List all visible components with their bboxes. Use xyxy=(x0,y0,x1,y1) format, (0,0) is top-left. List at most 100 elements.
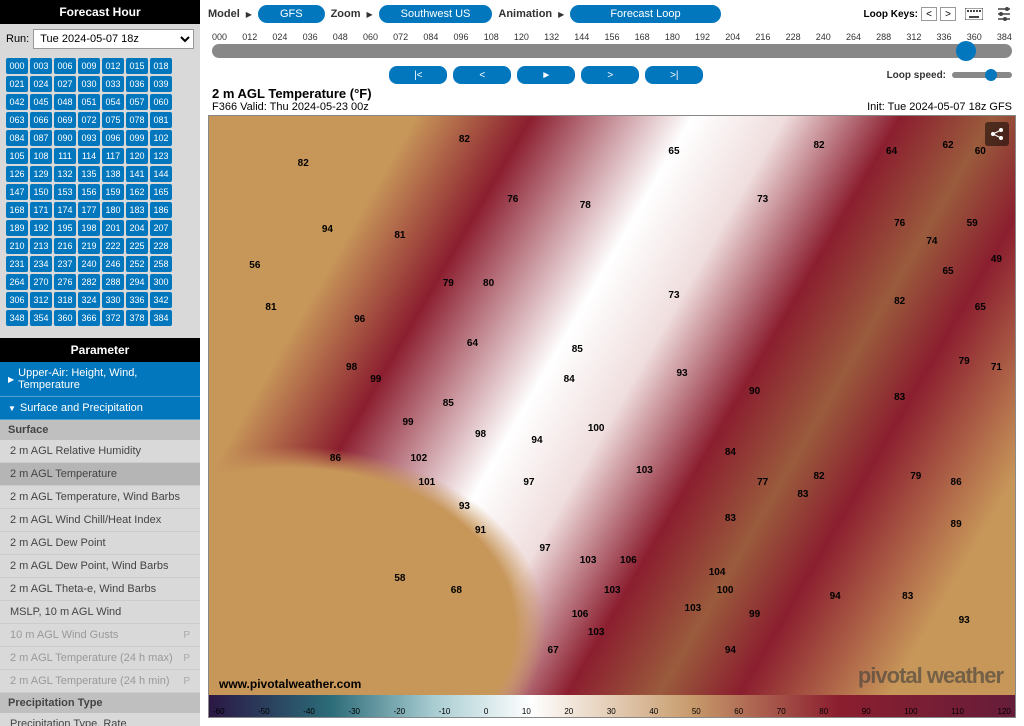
hour-108[interactable]: 108 xyxy=(30,148,52,164)
hour-066[interactable]: 066 xyxy=(30,112,52,128)
hour-033[interactable]: 033 xyxy=(102,76,124,92)
first-button[interactable]: |< xyxy=(389,66,447,84)
hour-036[interactable]: 036 xyxy=(126,76,148,92)
hour-246[interactable]: 246 xyxy=(102,256,124,272)
hour-024[interactable]: 024 xyxy=(30,76,52,92)
hour-378[interactable]: 378 xyxy=(126,310,148,326)
hour-129[interactable]: 129 xyxy=(30,166,52,182)
hour-168[interactable]: 168 xyxy=(6,202,28,218)
hour-222[interactable]: 222 xyxy=(102,238,124,254)
speed-slider[interactable] xyxy=(952,72,1012,78)
hour-384[interactable]: 384 xyxy=(150,310,172,326)
hour-270[interactable]: 270 xyxy=(30,274,52,290)
hour-210[interactable]: 210 xyxy=(6,238,28,254)
hour-114[interactable]: 114 xyxy=(78,148,100,164)
hour-150[interactable]: 150 xyxy=(30,184,52,200)
hour-135[interactable]: 135 xyxy=(78,166,100,182)
hour-159[interactable]: 159 xyxy=(102,184,124,200)
hour-228[interactable]: 228 xyxy=(150,238,172,254)
next-button[interactable]: > xyxy=(581,66,639,84)
animation-button[interactable]: Forecast Loop xyxy=(570,5,720,23)
run-select[interactable]: Tue 2024-05-07 18z xyxy=(33,29,194,49)
hour-069[interactable]: 069 xyxy=(54,112,76,128)
hour-294[interactable]: 294 xyxy=(126,274,148,290)
play-button[interactable]: ► xyxy=(517,66,575,84)
hour-342[interactable]: 342 xyxy=(150,292,172,308)
hour-138[interactable]: 138 xyxy=(102,166,124,182)
hour-198[interactable]: 198 xyxy=(78,220,100,236)
hour-102[interactable]: 102 xyxy=(150,130,172,146)
hour-171[interactable]: 171 xyxy=(30,202,52,218)
loop-key-prev[interactable]: < xyxy=(921,7,937,21)
hour-111[interactable]: 111 xyxy=(54,148,76,164)
hour-090[interactable]: 090 xyxy=(54,130,76,146)
accordion-upper-air[interactable]: ▶Upper-Air: Height, Wind, Temperature xyxy=(0,362,200,397)
hour-174[interactable]: 174 xyxy=(54,202,76,218)
hour-027[interactable]: 027 xyxy=(54,76,76,92)
hour-318[interactable]: 318 xyxy=(54,292,76,308)
hour-225[interactable]: 225 xyxy=(126,238,148,254)
param-item[interactable]: 2 m AGL Temperature xyxy=(0,463,200,486)
hour-009[interactable]: 009 xyxy=(78,58,100,74)
hour-354[interactable]: 354 xyxy=(30,310,52,326)
hour-081[interactable]: 081 xyxy=(150,112,172,128)
hour-054[interactable]: 054 xyxy=(102,94,124,110)
hour-057[interactable]: 057 xyxy=(126,94,148,110)
hour-360[interactable]: 360 xyxy=(54,310,76,326)
hour-012[interactable]: 012 xyxy=(102,58,124,74)
hour-183[interactable]: 183 xyxy=(126,202,148,218)
hour-141[interactable]: 141 xyxy=(126,166,148,182)
hour-126[interactable]: 126 xyxy=(6,166,28,182)
param-item[interactable]: 2 m AGL Theta-e, Wind Barbs xyxy=(0,578,200,601)
hour-219[interactable]: 219 xyxy=(78,238,100,254)
hour-201[interactable]: 201 xyxy=(102,220,124,236)
param-item[interactable]: 2 m AGL Relative Humidity xyxy=(0,440,200,463)
hour-312[interactable]: 312 xyxy=(30,292,52,308)
hour-048[interactable]: 048 xyxy=(54,94,76,110)
hour-162[interactable]: 162 xyxy=(126,184,148,200)
hour-147[interactable]: 147 xyxy=(6,184,28,200)
param-item[interactable]: 2 m AGL Dew Point xyxy=(0,532,200,555)
param-item[interactable]: 2 m AGL Wind Chill/Heat Index xyxy=(0,509,200,532)
timeline-slider[interactable] xyxy=(212,44,1012,58)
hour-165[interactable]: 165 xyxy=(150,184,172,200)
hour-105[interactable]: 105 xyxy=(6,148,28,164)
model-button[interactable]: GFS xyxy=(258,5,325,23)
settings-icon[interactable] xyxy=(992,5,1016,23)
hour-042[interactable]: 042 xyxy=(6,94,28,110)
hour-234[interactable]: 234 xyxy=(30,256,52,272)
hour-072[interactable]: 072 xyxy=(78,112,100,128)
hour-288[interactable]: 288 xyxy=(102,274,124,290)
hour-240[interactable]: 240 xyxy=(78,256,100,272)
hour-096[interactable]: 096 xyxy=(102,130,124,146)
hour-336[interactable]: 336 xyxy=(126,292,148,308)
hour-264[interactable]: 264 xyxy=(6,274,28,290)
share-icon[interactable] xyxy=(985,122,1009,146)
hour-180[interactable]: 180 xyxy=(102,202,124,218)
hour-123[interactable]: 123 xyxy=(150,148,172,164)
hour-087[interactable]: 087 xyxy=(30,130,52,146)
hour-192[interactable]: 192 xyxy=(30,220,52,236)
hour-204[interactable]: 204 xyxy=(126,220,148,236)
hour-132[interactable]: 132 xyxy=(54,166,76,182)
hour-063[interactable]: 063 xyxy=(6,112,28,128)
hour-300[interactable]: 300 xyxy=(150,274,172,290)
hour-252[interactable]: 252 xyxy=(126,256,148,272)
param-precip-type-rate[interactable]: Precipitation Type, Rate xyxy=(0,713,200,726)
hour-015[interactable]: 015 xyxy=(126,58,148,74)
param-item[interactable]: 2 m AGL Temperature, Wind Barbs xyxy=(0,486,200,509)
map-area[interactable]: www.pivotalweather.com pivotal weather -… xyxy=(208,115,1016,718)
hour-213[interactable]: 213 xyxy=(30,238,52,254)
hour-084[interactable]: 084 xyxy=(6,130,28,146)
hour-216[interactable]: 216 xyxy=(54,238,76,254)
hour-120[interactable]: 120 xyxy=(126,148,148,164)
hour-030[interactable]: 030 xyxy=(78,76,100,92)
hour-258[interactable]: 258 xyxy=(150,256,172,272)
accordion-surface[interactable]: ▼Surface and Precipitation xyxy=(0,397,200,420)
hour-039[interactable]: 039 xyxy=(150,76,172,92)
hour-195[interactable]: 195 xyxy=(54,220,76,236)
hour-189[interactable]: 189 xyxy=(6,220,28,236)
prev-button[interactable]: < xyxy=(453,66,511,84)
hour-051[interactable]: 051 xyxy=(78,94,100,110)
hour-144[interactable]: 144 xyxy=(150,166,172,182)
